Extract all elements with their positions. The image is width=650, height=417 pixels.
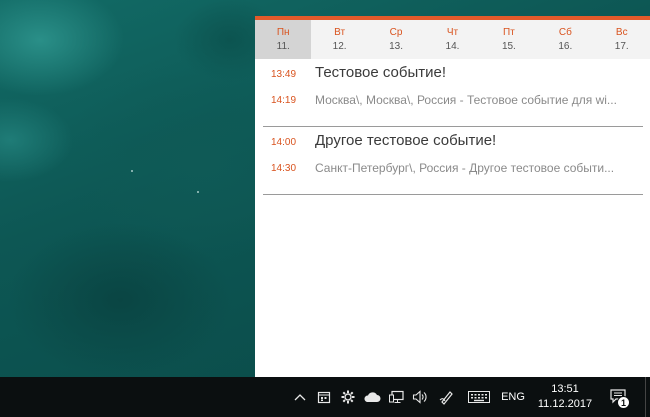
day-date: 13. xyxy=(389,40,403,52)
calendar-icon[interactable] xyxy=(314,377,334,417)
event-end-time: 14:19 xyxy=(271,95,297,106)
event-title: Другое тестовое событие! xyxy=(315,132,497,149)
taskbar-clock[interactable]: 13:51 11.12.2017 xyxy=(530,377,600,417)
day-name: Чт xyxy=(446,26,459,38)
day-date: 16. xyxy=(558,40,573,52)
day-name: Пт xyxy=(503,26,515,38)
clock-time: 13:51 xyxy=(551,383,579,395)
event-title: Тестовое событие! xyxy=(315,64,447,81)
day-date: 15. xyxy=(501,40,516,52)
volume-icon[interactable] xyxy=(409,377,431,417)
day-name: Вс xyxy=(615,26,628,38)
notification-count-badge: 1 xyxy=(617,396,630,409)
chevron-up-icon[interactable] xyxy=(290,377,310,417)
day-sunday[interactable]: Вс 17. xyxy=(594,20,650,59)
taskbar: ENG 13:51 11.12.2017 1 xyxy=(0,377,650,417)
show-desktop-button[interactable] xyxy=(645,377,650,417)
day-thursday[interactable]: Чт 14. xyxy=(424,20,480,59)
cloud-icon[interactable] xyxy=(361,377,383,417)
event-item[interactable]: 14:00 14:30 Другое тестовое событие! Сан… xyxy=(263,127,643,195)
wallpaper-speck xyxy=(131,170,133,172)
day-monday[interactable]: Пн 11. xyxy=(255,20,312,59)
wallpaper-speck xyxy=(197,191,199,193)
gear-icon[interactable] xyxy=(338,377,358,417)
day-name: Сб xyxy=(558,26,572,38)
input-language-indicator[interactable]: ENG xyxy=(498,377,528,417)
network-icon[interactable] xyxy=(386,377,408,417)
day-friday[interactable]: Пт 15. xyxy=(481,20,537,59)
event-start-time: 14:00 xyxy=(271,137,297,148)
event-item[interactable]: 13:49 14:19 Тестовое событие! Москва\, М… xyxy=(263,59,643,127)
event-subtitle: Москва\, Москва\, Россия - Тестовое собы… xyxy=(315,93,617,107)
day-tuesday[interactable]: Вт 12. xyxy=(311,20,367,59)
day-name: Ср xyxy=(389,26,403,38)
day-date: 11. xyxy=(276,40,290,52)
day-name: Пн xyxy=(276,26,290,38)
day-date: 12. xyxy=(332,40,347,52)
week-day-strip: Пн 11. Вт 12. Ср 13. Чт 14. Пт 15. Сб 16… xyxy=(255,20,650,59)
event-start-time: 13:49 xyxy=(271,69,297,80)
day-date: 17. xyxy=(614,40,629,52)
event-list: 13:49 14:19 Тестовое событие! Москва\, М… xyxy=(255,59,650,195)
action-center-icon[interactable]: 1 xyxy=(603,377,637,417)
event-subtitle: Санкт-Петербург\, Россия - Другое тестов… xyxy=(315,161,615,175)
day-wednesday[interactable]: Ср 13. xyxy=(368,20,424,59)
day-date: 14. xyxy=(445,40,460,52)
day-name: Вт xyxy=(334,26,346,38)
keyboard-icon[interactable] xyxy=(465,377,493,417)
event-end-time: 14:30 xyxy=(271,163,297,174)
calendar-flyout: Пн 11. Вт 12. Ср 13. Чт 14. Пт 15. Сб 16… xyxy=(255,16,650,377)
day-saturday[interactable]: Сб 16. xyxy=(537,20,593,59)
pen-icon[interactable] xyxy=(436,377,458,417)
clock-date: 11.12.2017 xyxy=(537,398,593,410)
